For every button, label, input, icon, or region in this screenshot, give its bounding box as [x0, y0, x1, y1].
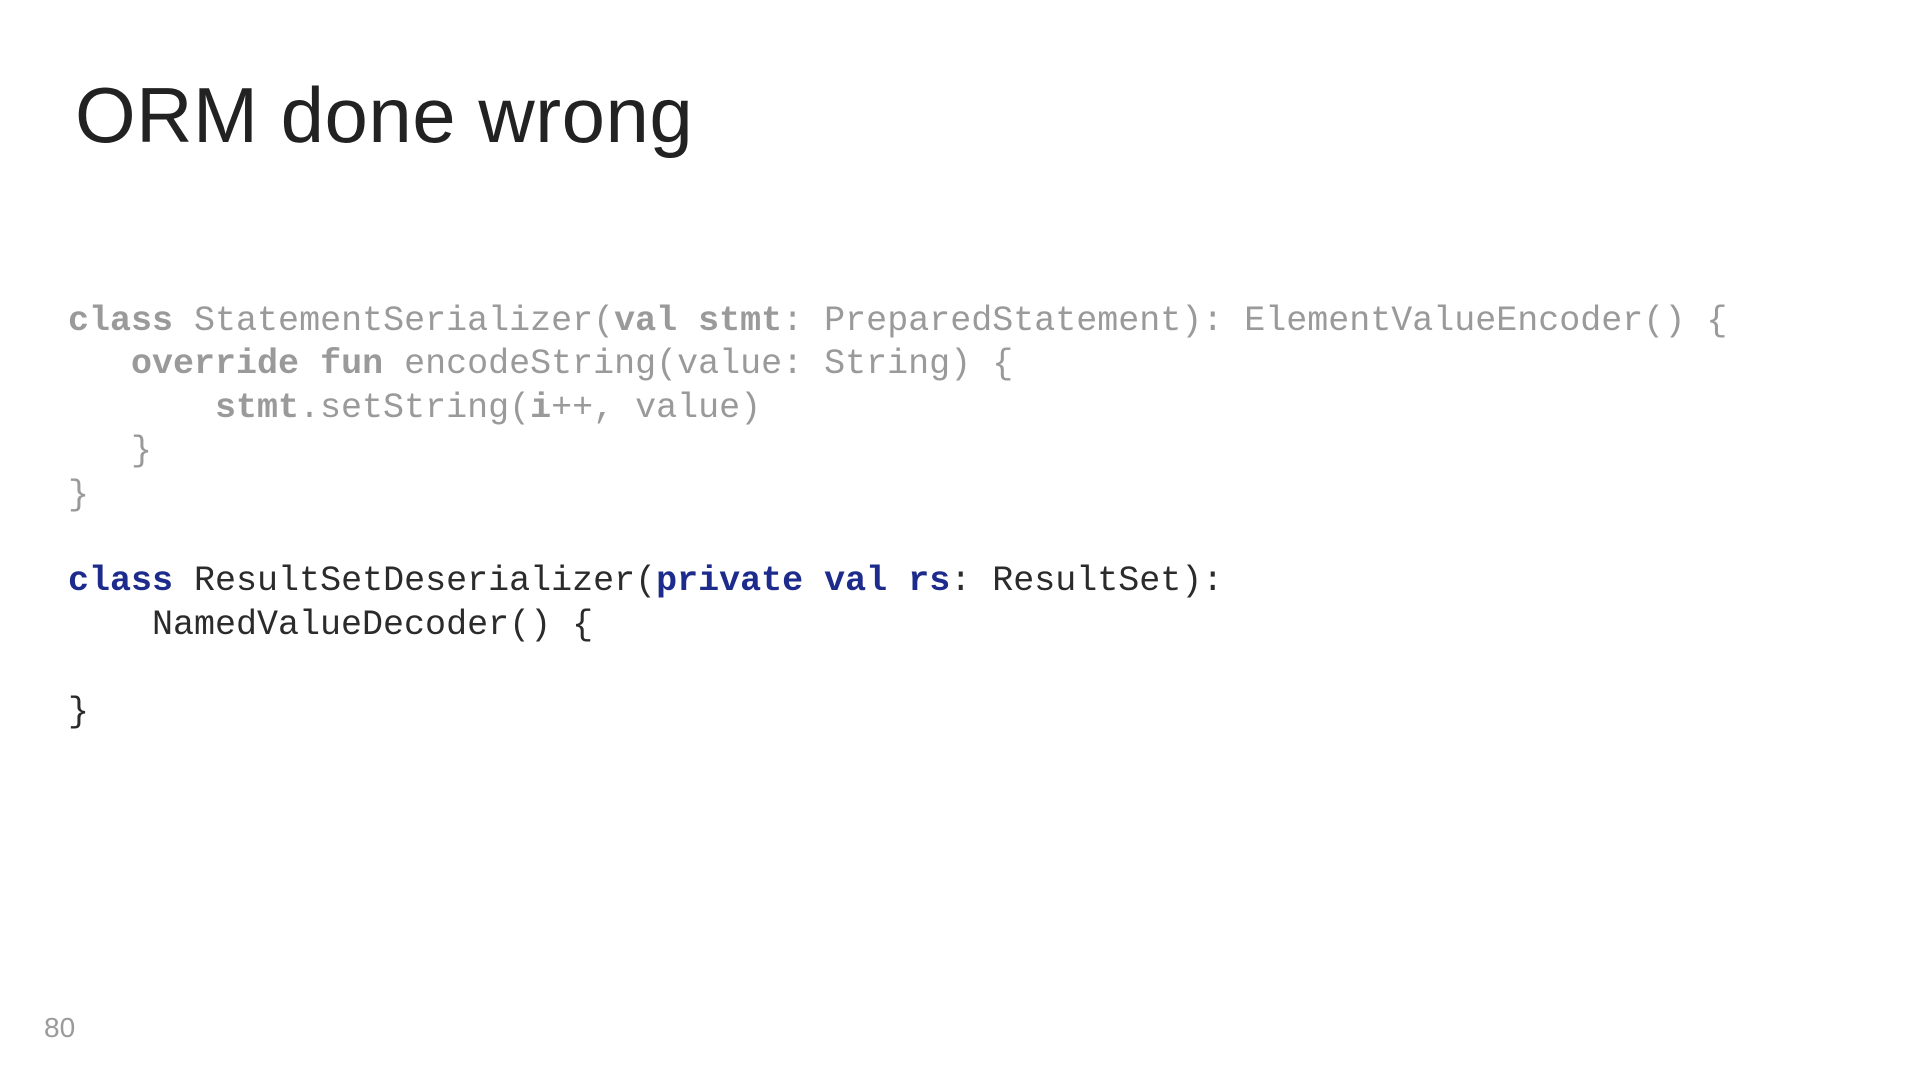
- keyword-class: class: [68, 301, 173, 341]
- code-text: [803, 561, 824, 601]
- code-text: [383, 344, 404, 384]
- code-text: encodeString(value: String) {: [404, 344, 1013, 384]
- code-text: }: [68, 692, 89, 732]
- identifier-stmt: stmt: [215, 388, 299, 428]
- slide: ORM done wrong class StatementSerializer…: [0, 0, 1920, 1080]
- code-block-1-dimmed: class StatementSerializer(val stmt: Prep…: [68, 301, 1727, 515]
- code-text: [173, 301, 194, 341]
- identifier-i: i: [530, 388, 551, 428]
- page-number: 80: [44, 1012, 75, 1044]
- code-text: [887, 561, 908, 601]
- code-text: [299, 344, 320, 384]
- code-text: ++, value): [551, 388, 761, 428]
- slide-title: ORM done wrong: [75, 70, 693, 161]
- code-block: class StatementSerializer(val stmt: Prep…: [68, 300, 1727, 734]
- code-text: [173, 561, 194, 601]
- keyword-private: private: [656, 561, 803, 601]
- code-text: : PreparedStatement): ElementValueEncode…: [782, 301, 1727, 341]
- code-indent: [68, 388, 215, 428]
- keyword-val: val: [614, 301, 677, 341]
- code-text: .setString(: [299, 388, 530, 428]
- code-text: ResultSetDeserializer(: [194, 561, 656, 601]
- code-text: StatementSerializer(: [194, 301, 614, 341]
- keyword-override: override: [131, 344, 299, 384]
- code-text: }: [68, 431, 152, 471]
- code-indent: [68, 605, 152, 645]
- keyword-val: val: [824, 561, 887, 601]
- code-text: }: [68, 475, 89, 515]
- code-text: : ResultSet):: [950, 561, 1223, 601]
- code-text: NamedValueDecoder() {: [152, 605, 593, 645]
- keyword-fun: fun: [320, 344, 383, 384]
- code-text: [677, 301, 698, 341]
- identifier-stmt: stmt: [698, 301, 782, 341]
- identifier-rs: rs: [908, 561, 950, 601]
- keyword-class: class: [68, 561, 173, 601]
- code-indent: [68, 344, 131, 384]
